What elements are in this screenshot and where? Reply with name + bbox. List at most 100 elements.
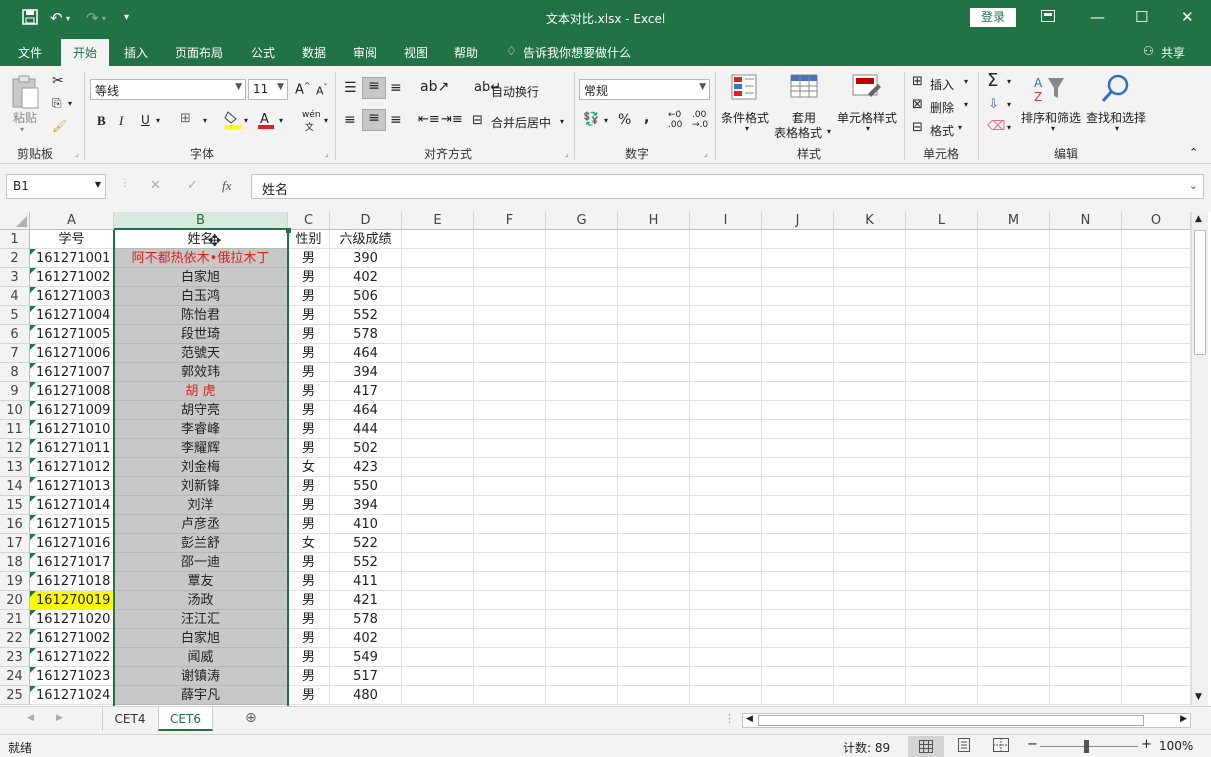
cell-b[interactable]: 李耀辉: [114, 439, 288, 458]
empty-cell[interactable]: [1122, 439, 1191, 458]
empty-cell[interactable]: [690, 420, 762, 439]
column-header-i[interactable]: I: [690, 212, 762, 230]
empty-cell[interactable]: [834, 382, 906, 401]
column-header-j[interactable]: J: [762, 212, 834, 230]
empty-cell[interactable]: [978, 401, 1050, 420]
column-header-f[interactable]: F: [474, 212, 546, 230]
empty-cell[interactable]: [402, 629, 474, 648]
empty-cell[interactable]: [690, 534, 762, 553]
empty-cell[interactable]: [546, 420, 618, 439]
empty-cell[interactable]: [834, 553, 906, 572]
empty-cell[interactable]: [1122, 667, 1191, 686]
cell-c[interactable]: 男: [288, 553, 330, 572]
empty-cell[interactable]: [402, 287, 474, 306]
empty-cell[interactable]: [1050, 268, 1122, 287]
empty-cell[interactable]: [690, 477, 762, 496]
horizontal-scroll-thumb[interactable]: [758, 715, 1144, 726]
row-header[interactable]: 8: [0, 363, 30, 382]
italic-icon[interactable]: I: [119, 113, 123, 129]
empty-cell[interactable]: [834, 515, 906, 534]
row-header[interactable]: 23: [0, 648, 30, 667]
empty-cell[interactable]: [618, 553, 690, 572]
fill-color-icon[interactable]: [224, 110, 242, 133]
cell-a[interactable]: 161271008: [30, 382, 114, 401]
column-header-m[interactable]: M: [978, 212, 1050, 230]
empty-cell[interactable]: [690, 325, 762, 344]
fill-icon[interactable]: ⇩: [988, 97, 999, 112]
cell-d[interactable]: 552: [330, 306, 402, 325]
empty-cell[interactable]: [1050, 610, 1122, 629]
empty-cell[interactable]: [618, 344, 690, 363]
empty-cell[interactable]: [474, 629, 546, 648]
empty-cell[interactable]: [906, 686, 978, 705]
empty-cell[interactable]: [690, 249, 762, 268]
phonetic-icon[interactable]: wén 文: [302, 110, 321, 133]
empty-cell[interactable]: [618, 306, 690, 325]
empty-cell[interactable]: [474, 591, 546, 610]
empty-cell[interactable]: [978, 667, 1050, 686]
row-header[interactable]: 9: [0, 382, 30, 401]
select-all-corner[interactable]: [0, 212, 30, 230]
empty-cell[interactable]: [978, 287, 1050, 306]
empty-cell[interactable]: [546, 686, 618, 705]
row-header[interactable]: 13: [0, 458, 30, 477]
empty-cell[interactable]: [978, 572, 1050, 591]
empty-cell[interactable]: [474, 249, 546, 268]
empty-cell[interactable]: [906, 553, 978, 572]
empty-cell[interactable]: [402, 230, 474, 249]
cell-b[interactable]: 白玉鸿: [114, 287, 288, 306]
cell-a[interactable]: 161271002: [30, 629, 114, 648]
empty-cell[interactable]: [978, 629, 1050, 648]
empty-cell[interactable]: [474, 230, 546, 249]
empty-cell[interactable]: [474, 534, 546, 553]
cell-d[interactable]: 410: [330, 515, 402, 534]
font-color-icon[interactable]: A: [257, 110, 275, 133]
horizontal-scrollbar[interactable]: ◀ ▶: [742, 713, 1191, 728]
empty-cell[interactable]: [474, 667, 546, 686]
empty-cell[interactable]: [1122, 458, 1191, 477]
empty-cell[interactable]: [1050, 287, 1122, 306]
empty-cell[interactable]: [546, 496, 618, 515]
empty-cell[interactable]: [618, 230, 690, 249]
empty-cell[interactable]: [474, 268, 546, 287]
empty-cell[interactable]: [474, 344, 546, 363]
row-header[interactable]: 17: [0, 534, 30, 553]
empty-cell[interactable]: [618, 496, 690, 515]
empty-cell[interactable]: [834, 268, 906, 287]
cell-b[interactable]: 段世琦: [114, 325, 288, 344]
cell-b[interactable]: 白家旭: [114, 629, 288, 648]
empty-cell[interactable]: [402, 686, 474, 705]
empty-cell[interactable]: [978, 610, 1050, 629]
empty-cell[interactable]: [906, 629, 978, 648]
empty-cell[interactable]: [1050, 553, 1122, 572]
cell-d[interactable]: 578: [330, 325, 402, 344]
cell-a[interactable]: 161271016: [30, 534, 114, 553]
font-launcher-icon[interactable]: ⌟: [325, 149, 329, 158]
empty-cell[interactable]: [762, 230, 834, 249]
align-center-icon[interactable]: ≡: [362, 109, 386, 131]
empty-cell[interactable]: [546, 249, 618, 268]
cell-c[interactable]: 男: [288, 496, 330, 515]
cell-b[interactable]: 刘金梅: [114, 458, 288, 477]
page-break-view-icon[interactable]: [993, 738, 1009, 755]
fill-handle[interactable]: [286, 228, 291, 233]
formula-input[interactable]: 姓名 ⌄: [251, 174, 1204, 199]
cell-c[interactable]: 男: [288, 420, 330, 439]
empty-cell[interactable]: [546, 515, 618, 534]
vertical-scrollbar[interactable]: ▲ ▼: [1191, 212, 1208, 706]
scroll-up-icon[interactable]: ▲: [1195, 214, 1202, 224]
cell-b[interactable]: 汤政: [114, 591, 288, 610]
cell-b[interactable]: 彭兰舒: [114, 534, 288, 553]
empty-cell[interactable]: [762, 420, 834, 439]
empty-cell[interactable]: [906, 249, 978, 268]
cell-d[interactable]: 402: [330, 268, 402, 287]
table-format-dropdown-icon[interactable]: ▾: [827, 127, 831, 136]
cell-c[interactable]: 女: [288, 458, 330, 477]
borders-dropdown-icon[interactable]: ▾: [203, 116, 207, 125]
empty-cell[interactable]: [402, 515, 474, 534]
row-header[interactable]: 7: [0, 344, 30, 363]
empty-cell[interactable]: [834, 287, 906, 306]
empty-cell[interactable]: [1050, 629, 1122, 648]
cell-c[interactable]: 女: [288, 534, 330, 553]
scroll-tabs-right-icon[interactable]: ▶: [56, 713, 63, 723]
